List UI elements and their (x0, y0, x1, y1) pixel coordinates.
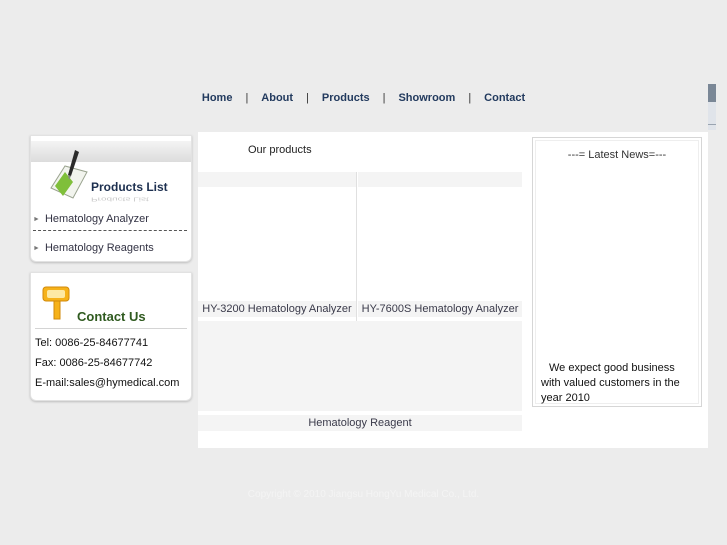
product-link-hematology-analyzer[interactable]: ► Hematology Analyzer (33, 213, 149, 225)
nav-contact[interactable]: Contact (484, 92, 525, 104)
contact-email[interactable]: E-mail:sales@hymedical.com (35, 377, 179, 389)
left-sidebar: Products List Products List ► Hematology… (30, 135, 192, 401)
scrollbar-divider (708, 124, 716, 125)
news-inner-frame: ---= Latest News=--- We expect good busi… (535, 140, 699, 404)
products-list-title-reflection: Products List (91, 195, 149, 202)
footer-copyright: Copyright © 2010 Jiangsu HongYu Medical … (247, 489, 480, 500)
nav-separator: | (382, 92, 386, 104)
contact-us-title: Contact Us (77, 309, 146, 324)
contact-panel: Contact Us Tel: 0086-25-84677741 Fax: 00… (30, 272, 192, 401)
bullet-arrow-icon: ► (33, 215, 40, 223)
page-title: Our products (248, 144, 312, 156)
top-nav: Home | About | Products | Showroom | Con… (0, 90, 727, 106)
nav-separator: | (468, 92, 472, 104)
products-list-panel: Products List Products List ► Hematology… (30, 135, 192, 262)
contact-fax: Fax: 0086-25-84677742 (35, 357, 153, 369)
product-reagent[interactable]: Hematology Reagent (198, 415, 522, 431)
nav-separator: | (245, 92, 249, 104)
list-item-label: Hematology Analyzer (44, 213, 149, 225)
bullet-arrow-icon: ► (33, 244, 40, 252)
nav-about[interactable]: About (261, 92, 293, 104)
nav-separator: | (306, 92, 309, 104)
column-divider (356, 172, 357, 322)
product-hy3200[interactable]: HY-3200 Hematology Analyzer (198, 301, 356, 317)
nav-home[interactable]: Home (202, 92, 233, 104)
product-thumb-header (198, 172, 356, 187)
contact-divider (35, 328, 187, 329)
document-icon (50, 150, 88, 199)
nav-showroom[interactable]: Showroom (398, 92, 455, 104)
product-link-hematology-reagents[interactable]: ► Hematology Reagents (33, 242, 154, 254)
nav-products[interactable]: Products (322, 92, 370, 104)
product-hy7600s[interactable]: HY-7600S Hematology Analyzer (358, 301, 522, 317)
scrollbar-thumb[interactable] (708, 84, 716, 102)
latest-news-panel: ---= Latest News=--- We expect good busi… (532, 137, 702, 407)
dashed-divider (33, 230, 187, 231)
news-body: We expect good business with valued cust… (541, 362, 680, 404)
product-thumb-header (358, 172, 522, 187)
list-item-label: Hematology Reagents (44, 242, 154, 254)
products-list-title: Products List (91, 180, 168, 194)
scrollbar-track[interactable] (708, 102, 716, 130)
news-title: ---= Latest News=--- (567, 149, 667, 161)
product-image-placeholder (198, 321, 522, 411)
scrollbar[interactable] (708, 84, 716, 130)
contact-tel: Tel: 0086-25-84677741 (35, 337, 149, 349)
